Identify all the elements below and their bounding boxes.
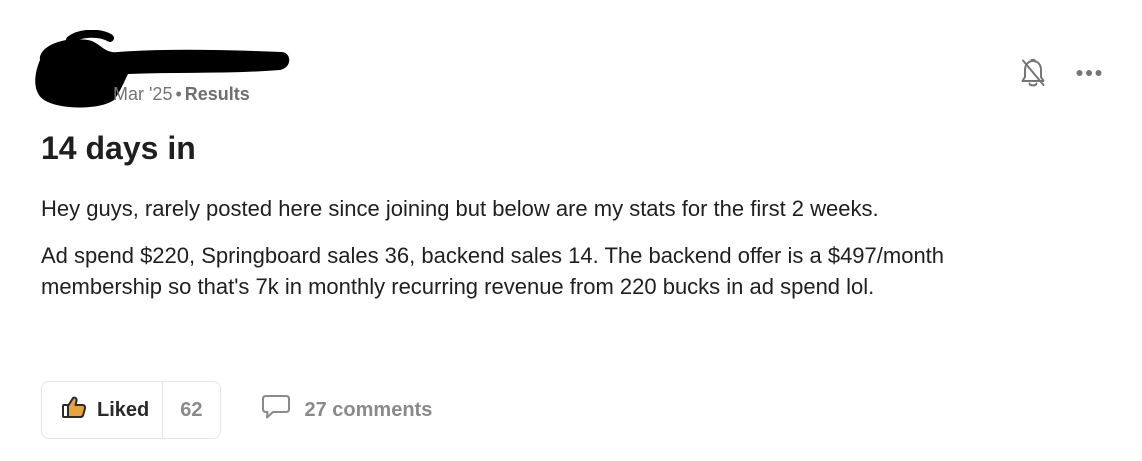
meta-separator: •	[175, 84, 182, 104]
post-date: Mar '25	[113, 84, 173, 104]
post-title: 14 days in	[41, 130, 196, 166]
bell-off-icon[interactable]	[1020, 58, 1046, 88]
like-button[interactable]: Liked	[42, 382, 162, 438]
like-label: Liked	[97, 398, 150, 421]
comment-icon	[261, 394, 291, 426]
post-footer: Liked 62 27 comments	[41, 381, 432, 439]
like-control: Liked 62	[41, 381, 221, 439]
post-category[interactable]: Results	[185, 84, 250, 104]
more-horizontal-icon[interactable]	[1076, 69, 1102, 77]
post-actions	[1020, 58, 1102, 88]
like-count: 62	[162, 382, 219, 438]
post-meta: Mar '25 • Results	[113, 84, 250, 105]
post-paragraph: Hey guys, rarely posted here since joini…	[41, 196, 879, 221]
comments-button[interactable]: 27 comments	[261, 394, 433, 426]
comments-label: 27 comments	[304, 398, 433, 421]
post-card: Mar '25 • Results 14 days in Hey guys, rar…	[0, 0, 1142, 461]
thumbs-up-icon	[61, 395, 87, 425]
post-paragraph: Ad spend $220, Springboard sales 36, bac…	[41, 243, 945, 299]
post-body: Hey guys, rarely posted here since joini…	[41, 193, 1051, 318]
